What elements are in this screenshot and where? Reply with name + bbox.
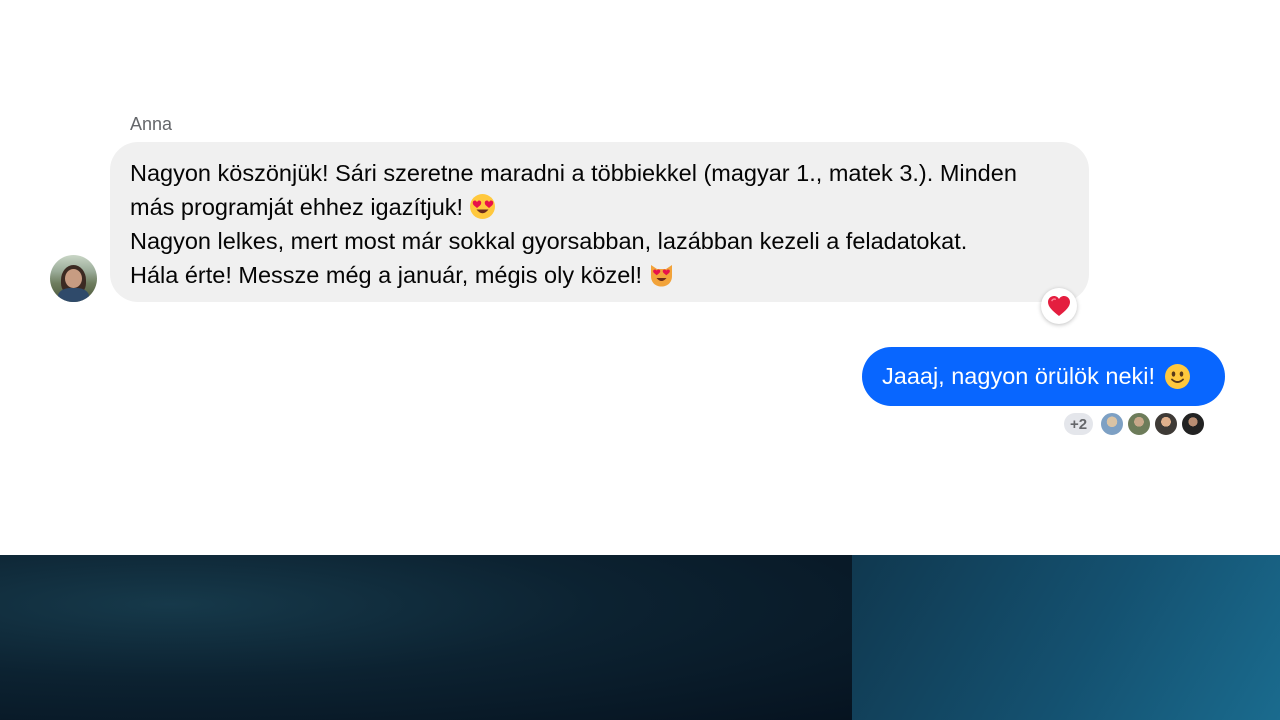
chat-area: Anna Nagyon köszönjük! Sári szeretne mar… — [0, 0, 1280, 555]
outgoing-message-bubble[interactable]: Jaaaj, nagyon örülök neki! — [862, 347, 1225, 406]
seen-avatar — [1127, 412, 1152, 436]
seen-avatar — [1100, 412, 1125, 436]
seen-by-row[interactable]: +2 — [1064, 412, 1206, 436]
seen-avatar — [1154, 412, 1179, 436]
outgoing-message-text: Jaaaj, nagyon örülök neki! — [882, 363, 1156, 389]
background-band — [0, 555, 1280, 720]
sender-name: Anna — [130, 114, 173, 134]
seen-avatar — [1181, 412, 1206, 436]
message-line: más programját ehhez igazítjuk! — [130, 190, 1069, 224]
message-line: Hála érte! Messze még a január, mégis ol… — [130, 258, 1069, 292]
heart-eyes-emoji-icon — [469, 193, 496, 220]
seen-extra-count: +2 — [1064, 413, 1094, 435]
heart-reaction-icon[interactable] — [1041, 288, 1077, 324]
sender-avatar[interactable] — [50, 255, 97, 302]
heart-eyes-cat-emoji-icon — [648, 261, 675, 288]
background-right-panel — [852, 555, 1280, 720]
smiling-face-emoji-icon — [1164, 363, 1191, 390]
message-line: Nagyon köszönjük! Sári szeretne maradni … — [130, 160, 1017, 186]
message-line: Nagyon lelkes, mert most már sokkal gyor… — [130, 228, 968, 254]
incoming-message-bubble[interactable]: Nagyon köszönjük! Sári szeretne maradni … — [110, 142, 1089, 302]
background-left-panel — [0, 555, 852, 720]
